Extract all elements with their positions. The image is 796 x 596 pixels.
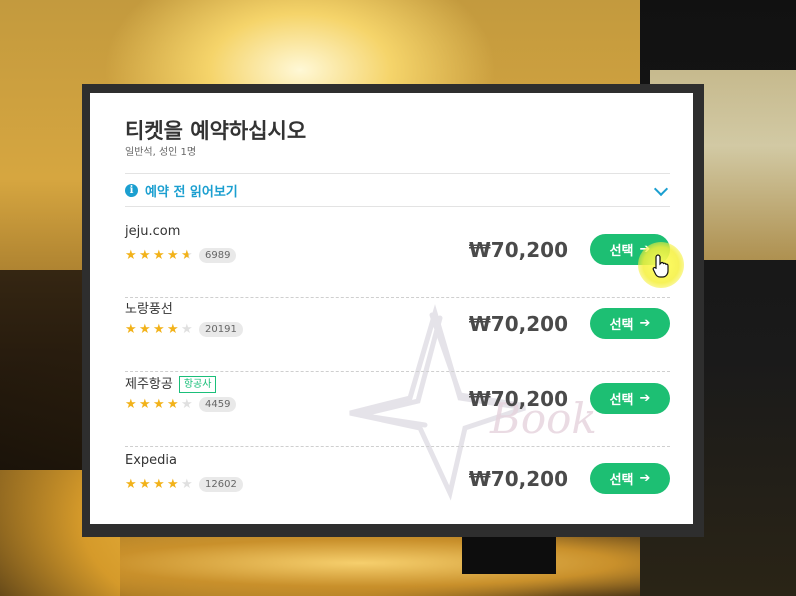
rating-stars: ★ ★ ★ ★ ★ 4459 <box>125 397 237 412</box>
star-icon: ★ <box>167 397 179 412</box>
star-icon: ★ <box>153 322 165 337</box>
star-icon: ★ <box>139 397 151 412</box>
review-count: 20191 <box>199 322 243 337</box>
vendor-row-jeju-air: 제주항공 항공사 ★ ★ ★ ★ ★ 4459 ₩70,200 선택 ➔ <box>125 373 670 447</box>
star-icon: ★ <box>153 248 165 263</box>
arrow-right-icon: ➔ <box>639 391 651 406</box>
select-button[interactable]: 선택 ➔ <box>590 383 670 414</box>
price: ₩70,200 <box>468 312 568 336</box>
info-icon: i <box>125 183 138 197</box>
dialog-subtitle: 일반석, 성인 1명 <box>125 147 197 158</box>
half-star-icon: ★ <box>181 249 195 262</box>
star-empty-icon: ★ <box>181 477 193 492</box>
price: ₩70,200 <box>468 238 568 262</box>
vendor-name: 제주항공 항공사 <box>125 373 217 393</box>
vendor-row-expedia: Expedia ★ ★ ★ ★ ★ 12602 ₩70,200 선택 ➔ <box>125 453 670 524</box>
background-glow <box>120 530 720 596</box>
star-icon: ★ <box>139 248 151 263</box>
star-icon: ★ <box>139 322 151 337</box>
review-count: 4459 <box>199 397 237 412</box>
arrow-right-icon: ➔ <box>639 471 651 486</box>
hand-cursor-icon <box>652 254 669 278</box>
chevron-down-icon[interactable] <box>653 181 669 197</box>
dashed-divider <box>125 371 670 372</box>
review-count: 6989 <box>199 248 237 263</box>
dashed-divider <box>125 446 670 447</box>
select-button-label: 선택 <box>609 318 634 333</box>
select-button-label: 선택 <box>609 393 634 408</box>
select-button-label: 선택 <box>609 473 634 488</box>
star-icon: ★ <box>153 397 165 412</box>
star-icon: ★ <box>125 322 137 337</box>
vendor-name: jeju.com <box>125 224 181 239</box>
rating-stars: ★ ★ ★ ★ ★ 12602 <box>125 477 243 492</box>
star-empty-icon: ★ <box>181 322 193 337</box>
price: ₩70,200 <box>468 387 568 411</box>
vendor-row-yellow-balloon: 노랑풍선 ★ ★ ★ ★ ★ 20191 ₩70,200 선택 ➔ <box>125 298 670 372</box>
divider <box>125 206 670 207</box>
star-icon: ★ <box>167 322 179 337</box>
select-button-label: 선택 <box>609 244 634 259</box>
select-button[interactable]: 선택 ➔ <box>590 308 670 339</box>
vendor-row-jeju-com: jeju.com ★ ★ ★ ★ ★ 6989 ₩70,200 선택➔ <box>125 224 670 298</box>
dialog-title: 티켓을 예약하십시오 <box>125 119 307 143</box>
star-icon: ★ <box>139 477 151 492</box>
vendor-name: Expedia <box>125 453 177 468</box>
star-icon: ★ <box>125 248 137 263</box>
star-icon: ★ <box>153 477 165 492</box>
review-count: 12602 <box>199 477 243 492</box>
star-icon: ★ <box>125 477 137 492</box>
star-icon: ★ <box>167 248 179 263</box>
notice-label: 예약 전 읽어보기 <box>145 184 238 200</box>
select-button[interactable]: 선택 ➔ <box>590 463 670 494</box>
price: ₩70,200 <box>468 467 568 491</box>
star-icon: ★ <box>167 477 179 492</box>
background-block <box>462 532 556 574</box>
star-empty-icon: ★ <box>181 397 193 412</box>
star-icon: ★ <box>125 397 137 412</box>
rating-stars: ★ ★ ★ ★ ★ 20191 <box>125 322 243 337</box>
rating-stars: ★ ★ ★ ★ ★ 6989 <box>125 248 237 263</box>
vendor-name: 노랑풍선 <box>125 302 173 317</box>
divider <box>125 173 670 174</box>
booking-dialog: Book 티켓을 예약하십시오 일반석, 성인 1명 i 예약 전 읽어보기 j… <box>90 93 693 524</box>
airline-badge: 항공사 <box>178 376 217 393</box>
read-before-booking-toggle[interactable]: i 예약 전 읽어보기 <box>125 175 670 205</box>
arrow-right-icon: ➔ <box>639 316 651 331</box>
background-shade <box>0 270 90 470</box>
